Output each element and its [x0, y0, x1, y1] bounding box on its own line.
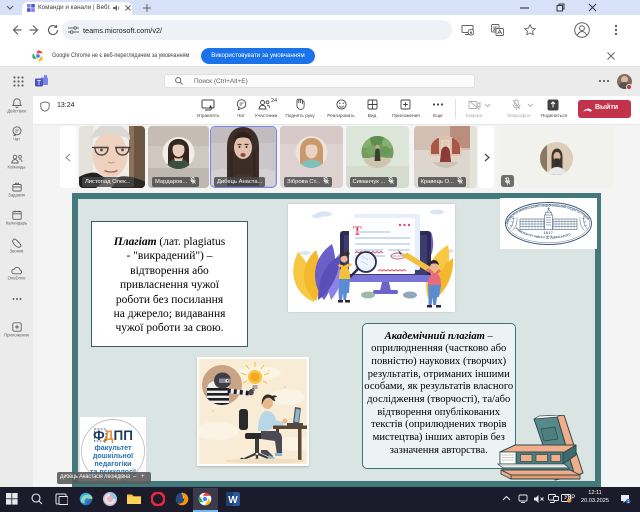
svg-text:W: W — [228, 495, 238, 506]
svg-text:1817: 1817 — [544, 231, 554, 235]
svg-text:ПІВДЕННОУКРАЇНСЬКИЙ НАЦІОНАЛЬН: ПІВДЕННОУКРАЇНСЬКИЙ НАЦІОНАЛЬНИЙ ПЕДАГОГ… — [505, 203, 590, 224]
svg-text:T: T — [353, 223, 362, 238]
svg-text:ОДЕСА: ОДЕСА — [545, 235, 553, 238]
svg-text:ФДПП: ФДПП — [93, 428, 133, 443]
svg-text:T: T — [37, 80, 42, 87]
